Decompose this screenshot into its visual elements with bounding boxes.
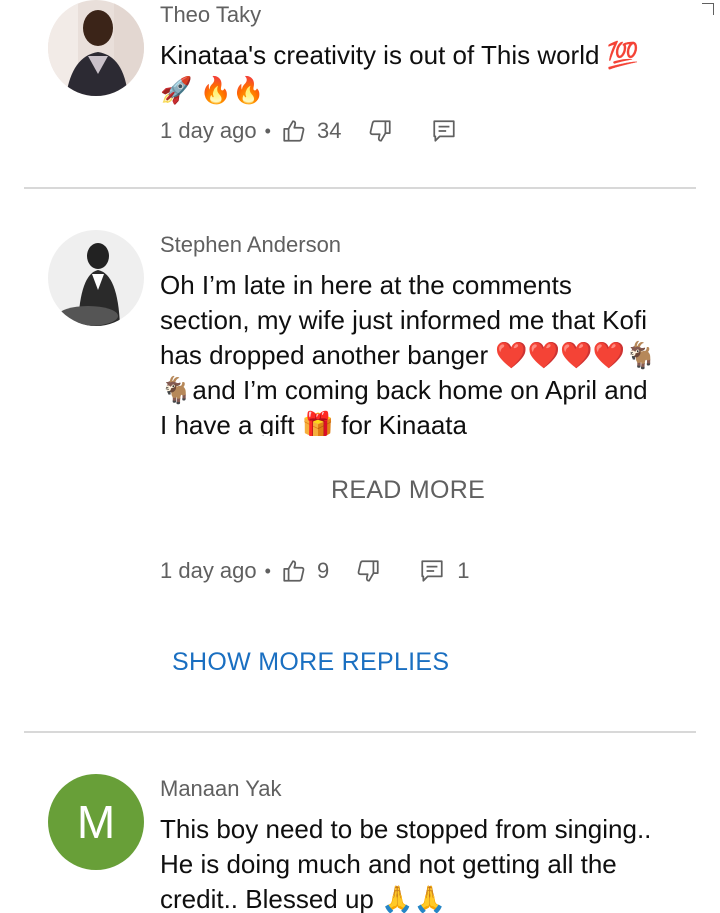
comment-timestamp: 1 day ago xyxy=(160,558,257,583)
avatar[interactable]: M xyxy=(48,774,144,870)
like-icon[interactable] xyxy=(281,558,307,584)
like-icon[interactable] xyxy=(281,118,307,144)
avatar[interactable] xyxy=(48,0,144,96)
like-count: 9 xyxy=(316,558,330,583)
comment-toolbar: 1 day ago • 34 xyxy=(160,116,457,146)
comment-author[interactable]: Manaan Yak xyxy=(160,776,282,802)
comment-theo-taky: Theo Taky Kinataa's creativity is out of… xyxy=(0,0,720,190)
comment-text: Kinataa's creativity is out of This worl… xyxy=(160,40,640,105)
meta-separator: • xyxy=(264,120,271,141)
dislike-icon[interactable] xyxy=(355,558,381,584)
show-more-replies-button[interactable]: SHOW MORE REPLIES xyxy=(172,648,449,677)
divider xyxy=(24,187,696,189)
divider xyxy=(24,731,696,733)
reply-count: 1 xyxy=(457,558,470,583)
read-more-button[interactable]: READ MORE xyxy=(331,476,485,505)
comment-timestamp: 1 day ago xyxy=(160,118,257,143)
comment-text: Oh I’m late in here at the comments sect… xyxy=(160,270,658,436)
dislike-icon[interactable] xyxy=(367,118,393,144)
comment-toolbar: 1 day ago • 9 1 xyxy=(160,556,469,586)
like-count: 34 xyxy=(316,118,342,143)
reply-icon[interactable] xyxy=(431,118,457,144)
meta-separator: • xyxy=(264,560,271,581)
avatar[interactable] xyxy=(48,230,144,326)
comment-text: This boy need to be stopped from singing… xyxy=(160,814,652,913)
comment-author[interactable]: Theo Taky xyxy=(160,2,261,28)
comment-author[interactable]: Stephen Anderson xyxy=(160,232,341,258)
reply-icon[interactable] xyxy=(419,558,445,584)
